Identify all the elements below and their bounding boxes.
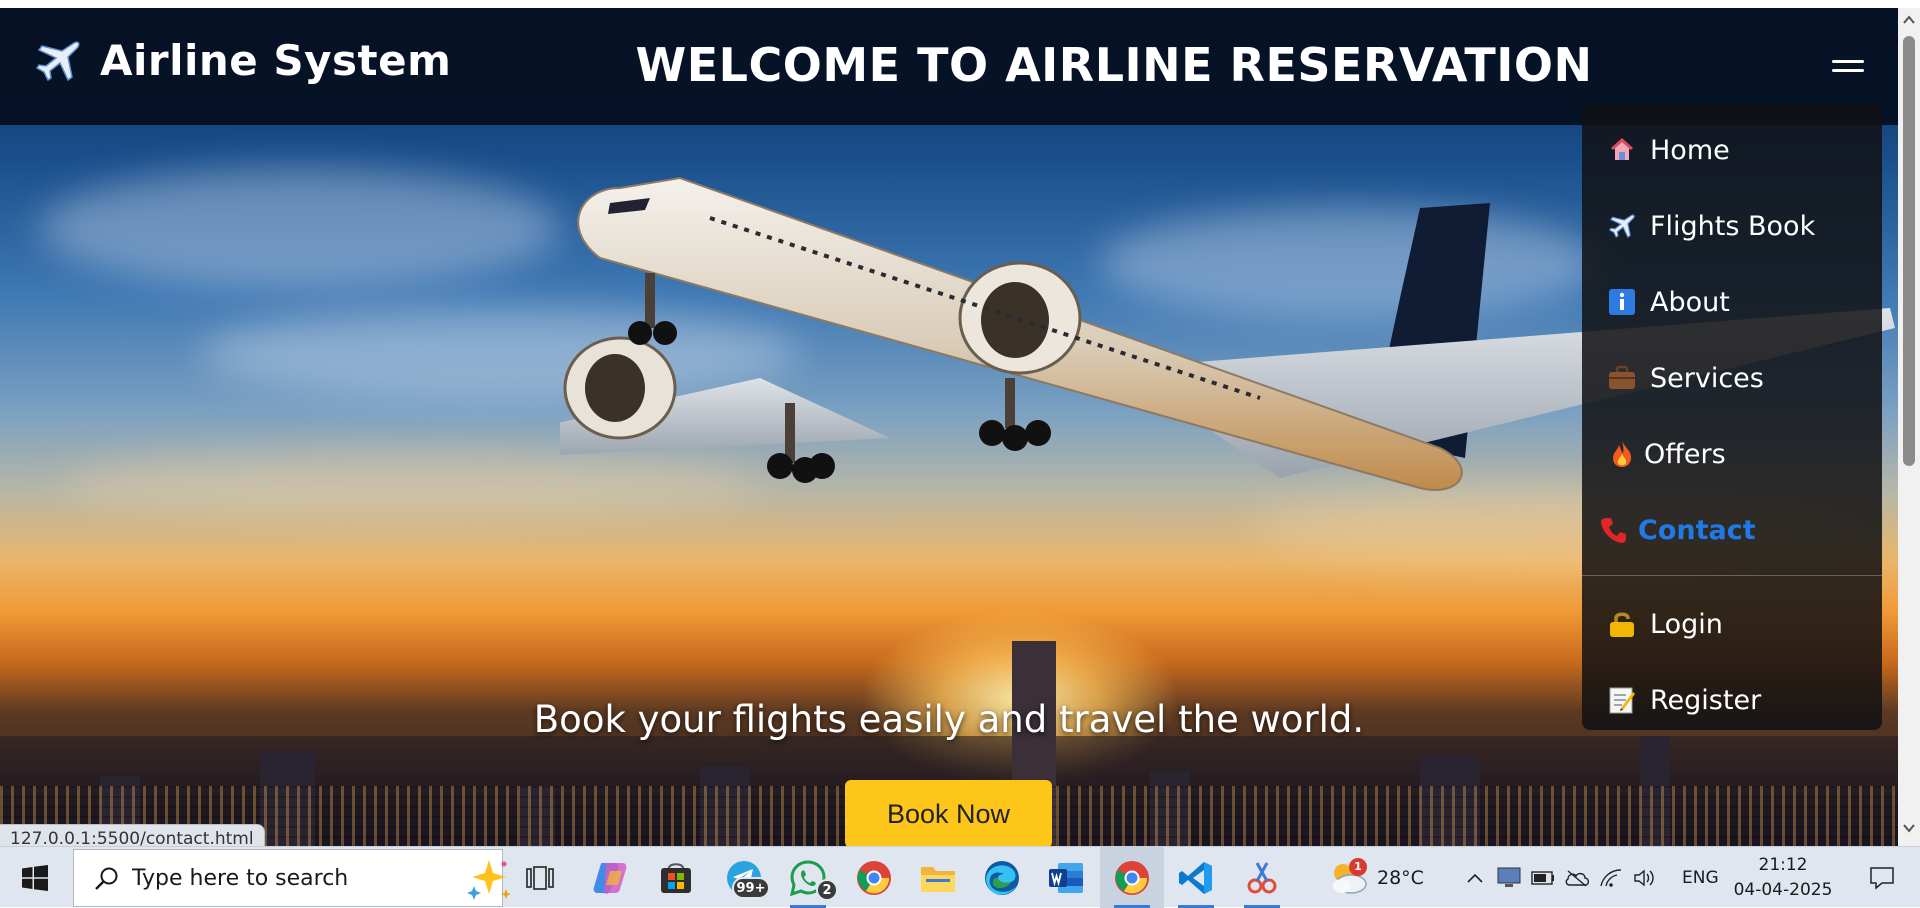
lock-icon — [1608, 610, 1636, 638]
browser-viewport: Airline System WELCOME TO AIRLINE RESERV… — [0, 8, 1898, 846]
file-explorer-button[interactable] — [906, 847, 970, 908]
edge-icon — [985, 860, 1019, 895]
menu-item-offers[interactable]: Offers — [1582, 424, 1882, 484]
brand[interactable]: Airline System — [34, 36, 451, 85]
scroll-down-arrow-icon[interactable] — [1898, 822, 1920, 842]
fire-icon — [1608, 440, 1636, 468]
clock[interactable]: 21:12 04-04-2025 — [1728, 853, 1838, 903]
page-title: WELCOME TO AIRLINE RESERVATION — [635, 38, 1593, 92]
wifi-icon[interactable] — [1596, 847, 1626, 908]
menu-divider — [1582, 575, 1882, 576]
search-icon — [95, 867, 118, 890]
microsoft-store-button[interactable] — [644, 847, 708, 908]
show-hidden-icons-chevron-icon[interactable] — [1460, 847, 1490, 908]
search-placeholder: Type here to search — [132, 866, 349, 891]
clock-date: 04-04-2025 — [1733, 880, 1833, 900]
menu-item-label: About — [1650, 286, 1730, 318]
menu-item-contact[interactable]: Contact — [1582, 500, 1882, 560]
menu-item-services[interactable]: Services — [1582, 348, 1882, 408]
notification-center-button[interactable] — [1852, 847, 1912, 908]
system-tray — [1460, 847, 1664, 908]
copilot-icon — [593, 862, 627, 894]
weather-badge: 1 — [1349, 857, 1367, 876]
airplane-icon — [1608, 212, 1636, 240]
chrome-icon — [1115, 860, 1149, 895]
status-bar-url: 127.0.0.1:5500/contact.html — [0, 824, 265, 846]
search-highlight-sparkle-icon — [467, 860, 511, 900]
whatsapp-badge: 2 — [816, 879, 838, 901]
weather-cloud-icon: 1 — [1327, 857, 1369, 898]
home-icon — [1608, 136, 1636, 164]
windows-logo-icon — [22, 864, 48, 891]
hamburger-icon[interactable] — [1832, 60, 1864, 80]
whatsapp-button[interactable]: 2 — [776, 847, 840, 908]
menu-item-flights-book[interactable]: Flights Book — [1582, 196, 1882, 256]
menu-item-label: Services — [1650, 362, 1764, 394]
copilot-button[interactable] — [578, 847, 642, 908]
scroll-up-arrow-icon[interactable] — [1898, 14, 1920, 34]
volume-icon[interactable] — [1630, 847, 1660, 908]
chrome-active-button[interactable] — [1100, 847, 1164, 908]
page-scrollbar[interactable] — [1898, 8, 1920, 846]
menu-item-label: Home — [1650, 134, 1730, 166]
chrome-button[interactable] — [842, 847, 906, 908]
start-button[interactable] — [0, 847, 70, 908]
hero-tagline: Book your flights easily and travel the … — [533, 698, 1365, 741]
word-icon — [1049, 862, 1083, 893]
telegram-badge: 99+ — [732, 877, 770, 899]
vscode-icon — [1179, 861, 1212, 894]
menu-item-label: Offers — [1644, 438, 1726, 470]
folder-icon — [921, 866, 955, 892]
battery-icon[interactable] — [1528, 847, 1558, 908]
store-icon — [661, 862, 691, 893]
language-indicator[interactable]: ENG — [1682, 847, 1719, 908]
menu-item-label: Flights Book — [1650, 210, 1816, 242]
task-view-icon — [526, 865, 554, 890]
menu-item-label: Contact — [1638, 514, 1756, 546]
phone-icon — [1600, 516, 1628, 544]
book-now-button[interactable]: Book Now — [845, 780, 1052, 846]
weather-widget[interactable]: 1 28°C — [1327, 847, 1424, 908]
word-button[interactable] — [1034, 847, 1098, 908]
display-icon[interactable] — [1494, 847, 1524, 908]
menu-item-home[interactable]: Home — [1582, 120, 1882, 180]
snipping-tool-button[interactable] — [1230, 847, 1294, 908]
menu-item-about[interactable]: About — [1582, 272, 1882, 332]
brand-name: Airline System — [100, 36, 452, 85]
briefcase-icon — [1608, 364, 1636, 392]
onedrive-offline-icon[interactable] — [1562, 847, 1592, 908]
task-view-button[interactable] — [508, 847, 572, 908]
airplane-icon — [35, 40, 80, 81]
snipping-icon — [1247, 861, 1277, 893]
weather-temperature: 28°C — [1377, 866, 1424, 889]
chrome-icon — [857, 860, 891, 895]
clock-time: 21:12 — [1758, 855, 1808, 875]
nav-dropdown-menu: Home Flights Book About Services Offers — [1582, 105, 1882, 730]
menu-item-label: Login — [1650, 608, 1723, 640]
info-icon — [1608, 288, 1636, 316]
taskbar-search-box[interactable]: Type here to search — [73, 849, 511, 907]
edge-button[interactable] — [970, 847, 1034, 908]
scroll-thumb[interactable] — [1903, 36, 1915, 466]
menu-item-login[interactable]: Login — [1582, 594, 1882, 654]
notification-icon — [1870, 866, 1894, 890]
vscode-button[interactable] — [1164, 847, 1228, 908]
telegram-button[interactable]: 99+ — [712, 847, 776, 908]
windows-taskbar: Type here to search 99+ 2 1 28°C ENG 21:… — [0, 846, 1920, 908]
